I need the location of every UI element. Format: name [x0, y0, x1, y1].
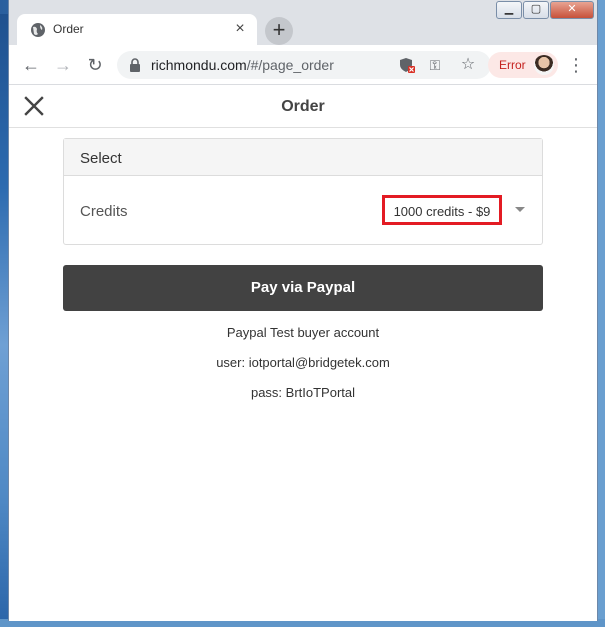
- browser-toolbar: ← → ↻ richmondu.com/#/page_order ⚿ ☆ Err…: [9, 45, 597, 85]
- maximize-button[interactable]: ▢: [523, 1, 549, 19]
- info-account-title: Paypal Test buyer account: [226, 325, 380, 340]
- url-host: richmondu.com: [151, 57, 247, 73]
- lock-icon[interactable]: [129, 58, 141, 72]
- desktop-background-right: [597, 0, 605, 627]
- avatar: [534, 55, 554, 75]
- url-text[interactable]: richmondu.com/#/page_order: [151, 57, 334, 73]
- page-title: Order: [281, 98, 325, 115]
- credits-label: Credits: [80, 203, 128, 220]
- kebab-menu-icon[interactable]: ⋮: [566, 53, 586, 77]
- credits-select[interactable]: 1000 credits - $9: [382, 195, 502, 225]
- select-card-header: Select: [64, 139, 542, 176]
- minimize-button[interactable]: ▁: [496, 1, 522, 19]
- tab-order[interactable]: Order ×: [17, 14, 257, 45]
- bookmark-star-icon[interactable]: ☆: [460, 57, 476, 73]
- address-bar[interactable]: richmondu.com/#/page_order ⚿ ☆: [117, 51, 491, 79]
- select-card: Select Credits 1000 credits - $9: [63, 138, 543, 245]
- new-tab-button[interactable]: +: [265, 17, 293, 45]
- forward-arrow-icon[interactable]: →: [51, 53, 75, 77]
- globe-icon: [31, 23, 45, 37]
- profile-error-chip[interactable]: Error: [488, 52, 558, 78]
- tab-title: Order: [53, 22, 84, 36]
- pay-via-paypal-button[interactable]: Pay via Paypal: [63, 265, 543, 311]
- key-icon[interactable]: ⚿: [427, 57, 443, 73]
- credits-select-value: 1000 credits - $9: [393, 204, 491, 219]
- tab-strip: Order × + ▁ ▢ ✕: [9, 0, 597, 45]
- page-header: Order: [9, 86, 597, 128]
- info-account-pass: pass: BrtIoTPortal: [250, 385, 356, 400]
- select-card-title: Select: [80, 150, 122, 167]
- tab-close-icon[interactable]: ×: [231, 20, 249, 38]
- chevron-down-icon[interactable]: [515, 207, 525, 212]
- reload-icon[interactable]: ↻: [83, 53, 107, 77]
- window-close-button[interactable]: ✕: [550, 1, 594, 19]
- shield-blocked-icon[interactable]: [399, 57, 415, 73]
- error-label: Error: [499, 58, 526, 72]
- page-content: Order Select Credits 1000 credits - $9 P…: [9, 86, 597, 621]
- url-path: /#/page_order: [246, 57, 334, 73]
- browser-window: Order × + ▁ ▢ ✕ ← → ↻ richmondu.com/#/pa…: [8, 0, 598, 621]
- back-arrow-icon[interactable]: ←: [19, 53, 43, 77]
- info-account-user: user: iotportal@bridgetek.com: [216, 355, 390, 370]
